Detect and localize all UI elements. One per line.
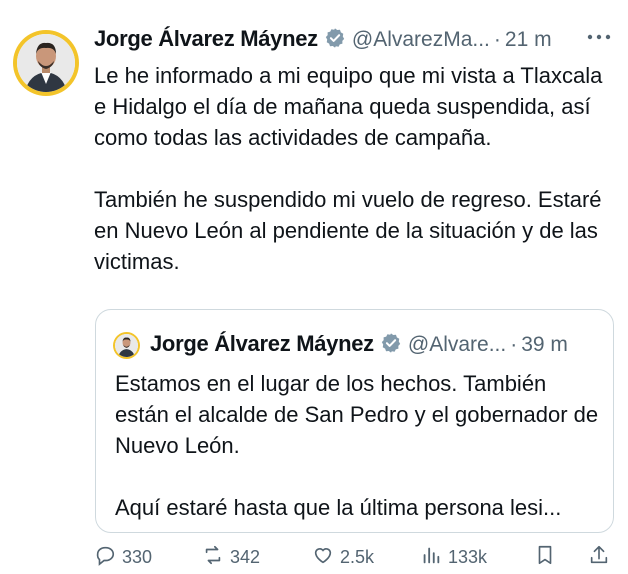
quoted-paragraph-2: Aquí estaré hasta que la última persona …: [115, 495, 562, 520]
more-icon[interactable]: [586, 30, 612, 48]
bookmark-icon: [538, 545, 552, 565]
reply-button[interactable]: 330: [94, 544, 152, 568]
repost-button[interactable]: 342: [202, 544, 260, 568]
reply-icon: [96, 546, 115, 566]
author-name[interactable]: Jorge Álvarez Máynez: [94, 26, 318, 51]
quoted-author-name: Jorge Álvarez Máynez: [150, 331, 374, 356]
tweet[interactable]: Jorge Álvarez Máynez @AlvarezMa... · 21 m L…: [0, 0, 628, 567]
quoted-handle: @Alvare...: [407, 333, 507, 356]
quoted-time: 39 m: [521, 333, 568, 356]
tweet-text: Le he informado a mi equipo que mi vista…: [94, 60, 619, 277]
quoted-paragraph-1: Estamos en el lugar de los hechos. Tambi…: [115, 371, 599, 458]
verified-badge-icon: [324, 27, 346, 54]
author-handle[interactable]: @AlvarezMa...: [352, 28, 490, 51]
tweet-header: Jorge Álvarez Máynez @AlvarezMa... · 21 m: [94, 26, 624, 56]
share-icon: [590, 545, 608, 564]
tweet-paragraph-2: También he suspendido mi vuelo de regres…: [94, 187, 602, 274]
separator: ·: [510, 333, 518, 356]
like-icon: [314, 548, 332, 564]
quoted-header: Jorge Álvarez Máynez @Alvare... · 39 m: [150, 331, 568, 359]
verified-badge-icon: [380, 332, 402, 359]
quoted-avatar[interactable]: [113, 332, 140, 359]
quoted-tweet[interactable]: Jorge Álvarez Máynez @Alvare... · 39 m Esta…: [95, 309, 614, 533]
share-button[interactable]: [588, 544, 616, 568]
reply-count: 330: [122, 547, 153, 567]
repost-icon: [205, 545, 221, 565]
bookmark-button[interactable]: [534, 544, 562, 568]
action-bar: 330 342 2.5k 133k: [94, 544, 624, 574]
avatar[interactable]: [13, 30, 79, 96]
like-count: 2.5k: [340, 547, 375, 567]
tweet-paragraph-1: Le he informado a mi equipo que mi vista…: [94, 63, 603, 150]
quoted-text: Estamos en el lugar de los hechos. Tambi…: [115, 368, 605, 523]
views-button[interactable]: 133k: [420, 544, 487, 568]
like-button[interactable]: 2.5k: [312, 544, 374, 568]
separator: ·: [493, 28, 501, 51]
views-count: 133k: [448, 547, 488, 567]
repost-count: 342: [230, 547, 261, 567]
tweet-time[interactable]: 21 m: [505, 28, 552, 51]
views-icon: [423, 547, 440, 564]
